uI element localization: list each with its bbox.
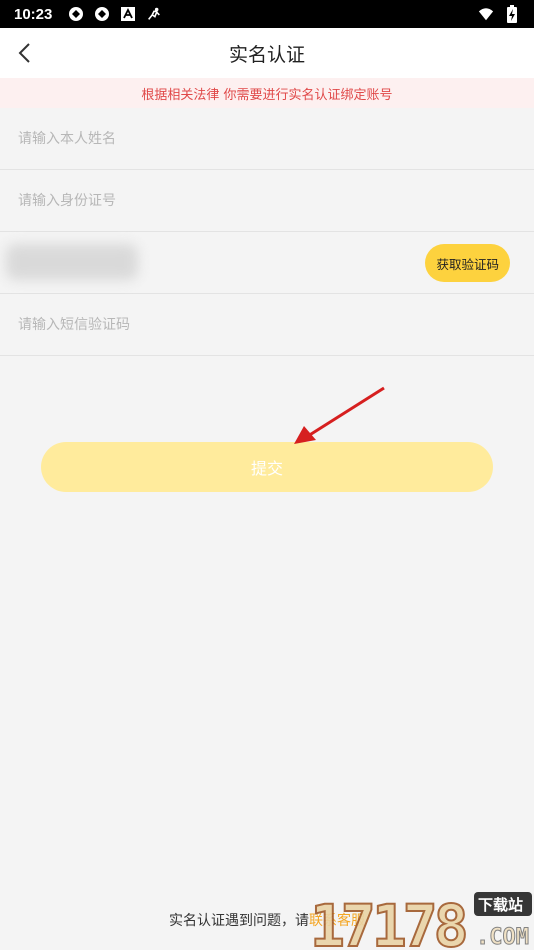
wifi-icon (478, 6, 494, 22)
svg-text:17178: 17178 (310, 892, 466, 950)
notice-banner: 根据相关法律 你需要进行实名认证绑定账号 (0, 78, 534, 108)
status-left: 10:23 (14, 6, 162, 23)
annotation-arrow-icon (294, 386, 385, 444)
status-time: 10:23 (14, 5, 53, 23)
footer-text: 实名认证遇到问题，请 (169, 913, 309, 929)
page-title: 实名认证 (228, 43, 305, 66)
sync-icon (68, 6, 84, 22)
running-icon (146, 6, 162, 22)
id-row (0, 170, 534, 232)
chevron-left-icon (18, 43, 30, 63)
submit-button[interactable]: 提交 (41, 442, 493, 492)
svg-text:下载站: 下载站 (478, 896, 523, 914)
id-number-input[interactable] (0, 170, 534, 231)
phone-row: 获取验证码 (0, 232, 534, 294)
watermark-logo: 17178 下载站 .COM (310, 891, 532, 950)
nav-bar: 实名认证 (0, 28, 534, 78)
back-button[interactable] (10, 38, 40, 68)
status-bar: 10:23 (0, 0, 534, 28)
notification-a-icon (120, 6, 136, 22)
sms-code-row (0, 294, 534, 356)
battery-charging-icon (504, 5, 520, 23)
sync-icon (94, 6, 110, 22)
status-right (478, 5, 520, 23)
phone-number-redacted[interactable] (6, 244, 138, 280)
name-row (0, 108, 534, 170)
get-sms-code-button[interactable]: 获取验证码 (425, 244, 510, 282)
svg-text:.COM: .COM (476, 925, 529, 950)
sms-code-input[interactable] (0, 294, 534, 355)
name-input[interactable] (0, 108, 534, 169)
